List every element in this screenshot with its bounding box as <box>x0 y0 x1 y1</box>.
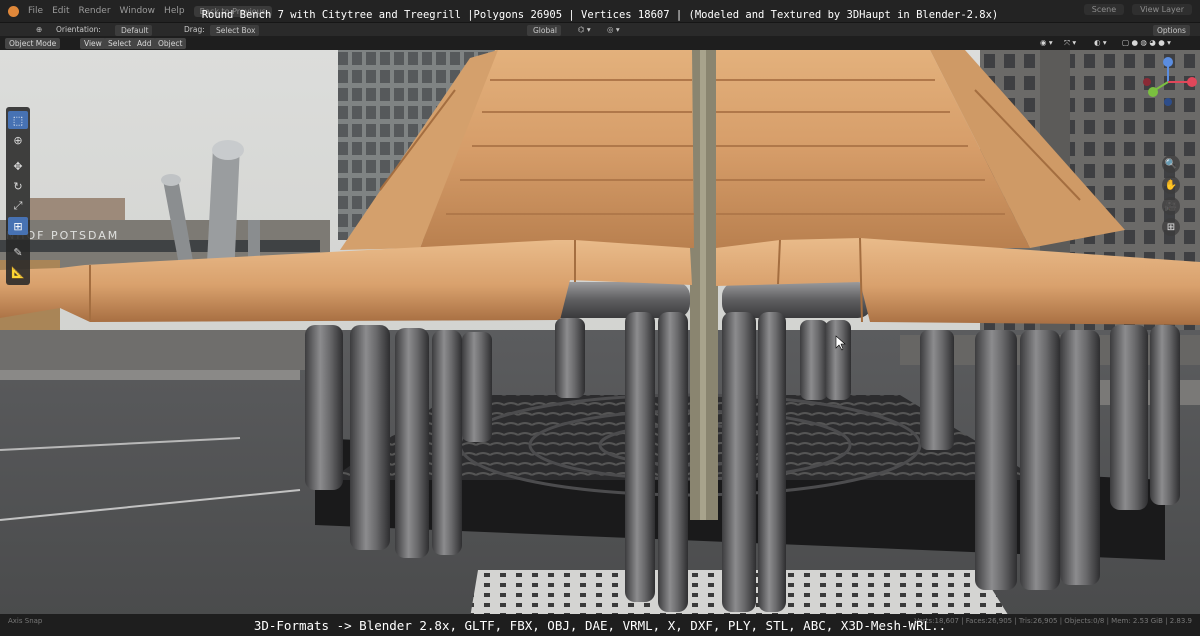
cursor-icon[interactable]: ⊕ <box>8 131 28 149</box>
pan-icon[interactable]: ✋ <box>1162 176 1180 194</box>
select-box-icon[interactable]: ⬚ <box>8 111 28 129</box>
scene-render[interactable]: NHOF POTSDAM <box>0 50 1200 618</box>
grid-icon[interactable]: ⊞ <box>1162 218 1180 236</box>
snapping-icon[interactable]: ⌬ ▾ <box>578 25 591 34</box>
shading-modes-icon[interactable]: ▢ ● ◍ ◕ ● ▾ <box>1122 38 1171 47</box>
orientation-label: Orientation: <box>56 25 101 34</box>
drag-select[interactable]: Select Box <box>210 25 260 36</box>
measure-icon[interactable]: 📐 <box>8 263 28 281</box>
viewport-toolbar: Object Mode View Select Add Object ◉ ▾ ⤧… <box>0 36 1200 50</box>
zoom-icon[interactable]: 🔍 <box>1162 155 1180 173</box>
options-button[interactable]: Options <box>1153 25 1190 36</box>
camera-icon[interactable]: 🎥 <box>1162 197 1180 215</box>
rotate-icon[interactable]: ↻ <box>8 177 28 195</box>
object-menu[interactable]: Object <box>154 38 187 49</box>
drag-label: Drag: <box>184 25 205 34</box>
proportional-edit-icon[interactable]: ◎ ▾ <box>607 25 620 34</box>
overlay-toggle-icon[interactable]: ◐ ▾ <box>1094 38 1107 47</box>
annotate-icon[interactable]: ✎ <box>8 243 28 261</box>
mode-select[interactable]: Object Mode <box>5 38 61 49</box>
add-menu[interactable]: Add <box>133 38 156 49</box>
video-title-overlay: Round Bench 7 with Citytree and Treegril… <box>201 9 999 21</box>
transform-orientation-icon[interactable]: ⊕ <box>36 25 42 34</box>
orientation-select[interactable]: Default <box>115 25 153 36</box>
transform-icon[interactable]: ⊞ <box>8 217 28 235</box>
move-icon[interactable]: ✥ <box>8 157 28 175</box>
gizmo-toggle-icon[interactable]: ⤧ ▾ <box>1064 38 1076 48</box>
scale-icon[interactable]: ⤢ <box>8 197 28 215</box>
navigation-controls: 🔍 ✋ 🎥 ⊞ <box>1148 100 1194 239</box>
visibility-icon[interactable]: ◉ ▾ <box>1040 38 1053 47</box>
3d-viewport[interactable]: NHOF POTSDAM ⬚ ⊕ ✥ ↻ ⤢ ⊞ ✎ 📐 🔍 ✋ 🎥 ⊞ <box>0 50 1200 618</box>
tool-shelf: ⬚ ⊕ ✥ ↻ ⤢ ⊞ ✎ 📐 <box>6 107 30 285</box>
view-menu[interactable]: View <box>80 38 106 49</box>
status-bar: Axis Snap Verts:18,607 | Faces:26,905 | … <box>0 614 1200 636</box>
formats-caption: 3D-Formats -> Blender 2.8x, GLTF, FBX, O… <box>253 618 947 633</box>
select-menu[interactable]: Select <box>104 38 136 49</box>
transform-space-select[interactable]: Global <box>527 25 561 36</box>
viewport-header: ⊕ Orientation: Default Drag: Select Box … <box>0 23 1200 36</box>
